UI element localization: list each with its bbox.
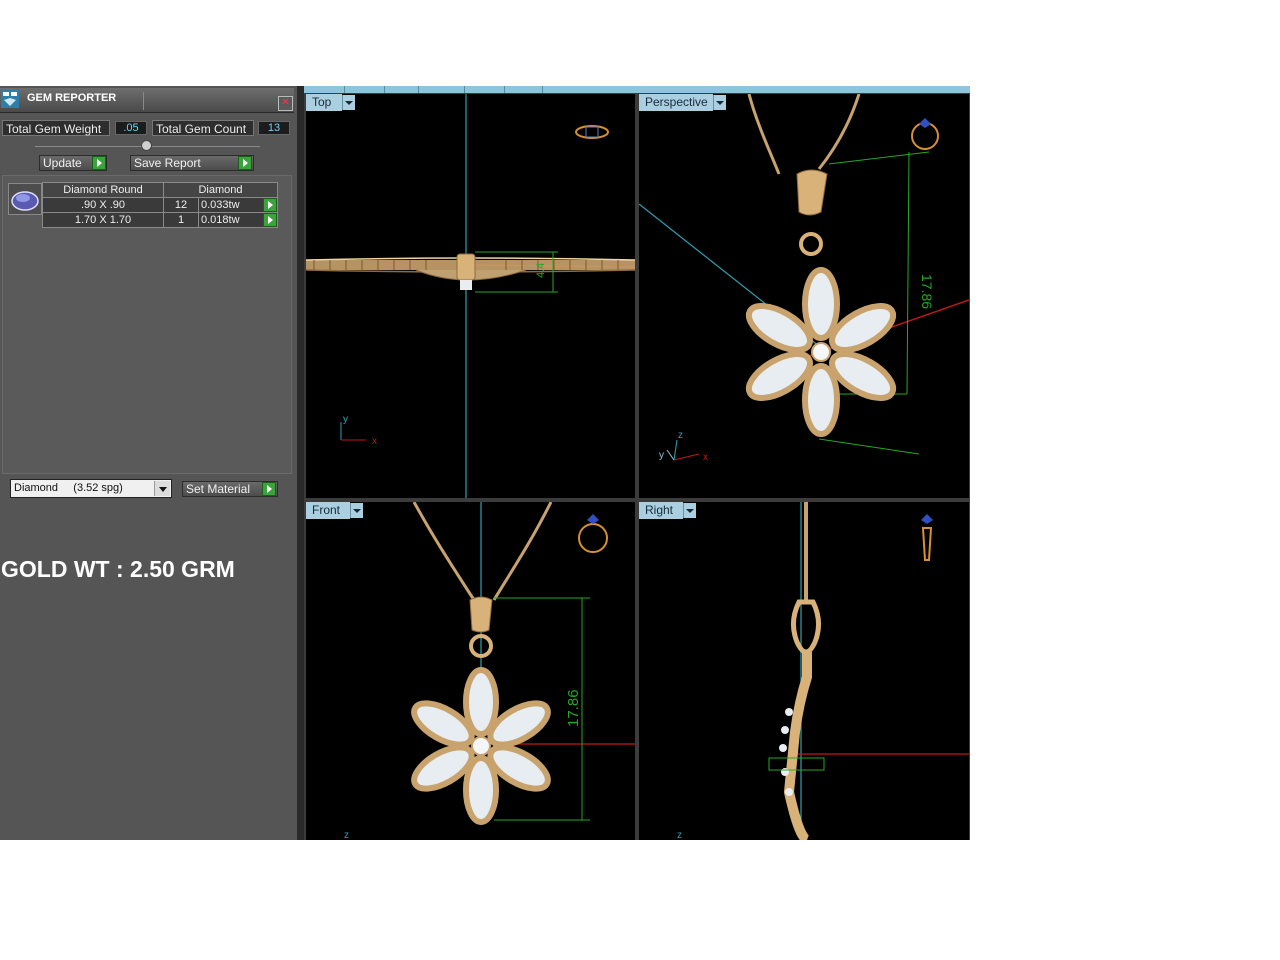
- perspective-axis-gizmo: z y x: [659, 430, 708, 463]
- viewport-label-right[interactable]: Right: [639, 502, 683, 519]
- gem-size-cell: 1.70 X 1.70: [42, 212, 164, 228]
- save-report-button-label: Save Report: [134, 156, 201, 170]
- ring-orientation-icon[interactable]: [578, 514, 608, 553]
- right-view-render: z: [677, 502, 969, 840]
- viewport-right[interactable]: z Right: [639, 502, 969, 840]
- svg-text:y: y: [343, 414, 348, 425]
- top-view-render: 4.4 y x: [306, 94, 635, 498]
- right-axis-label: z: [677, 830, 682, 840]
- chevron-down-icon[interactable]: [342, 95, 355, 110]
- row-go-icon[interactable]: [263, 213, 277, 227]
- row-go-icon[interactable]: [263, 198, 277, 212]
- total-gem-weight-label: Total Gem Weight: [2, 120, 110, 136]
- matrix-window: GEM REPORTER ✕ Total Gem Weight .05 Tota…: [0, 86, 970, 840]
- svg-text:x: x: [372, 436, 377, 447]
- viewport-label-perspective[interactable]: Perspective: [639, 94, 713, 111]
- close-icon[interactable]: ✕: [278, 96, 293, 111]
- title-separator: [143, 92, 144, 110]
- front-axis-label: z: [344, 830, 349, 840]
- top-dimension-label: 4.4: [535, 263, 547, 278]
- gem-reporter-panel: GEM REPORTER ✕ Total Gem Weight .05 Tota…: [0, 86, 297, 840]
- ring-orientation-icon[interactable]: [911, 118, 939, 150]
- chevron-down-icon[interactable]: [350, 503, 363, 518]
- panel-splitter[interactable]: [297, 86, 304, 840]
- front-view-render: 17.86 z: [344, 502, 635, 840]
- gold-weight-note: GOLD WT : 2.50 GRM: [1, 556, 235, 582]
- svg-text:y: y: [659, 450, 664, 461]
- chevron-down-icon[interactable]: [683, 503, 696, 518]
- viewport-label-front[interactable]: Front: [306, 502, 350, 519]
- flower-pendant-model: [745, 267, 897, 437]
- viewport-top[interactable]: 4.4 y x Top: [306, 94, 635, 498]
- ring-orientation-icon[interactable]: [575, 125, 609, 139]
- material-select-value: Diamond (3.52 spg): [14, 482, 123, 494]
- panel-slider-handle[interactable]: [141, 140, 152, 151]
- gem-count-cell: 12: [163, 197, 199, 213]
- total-gem-count-value: 13: [258, 121, 290, 135]
- viewport-front[interactable]: 17.86 z Front: [306, 502, 635, 840]
- total-gem-count-label: Total Gem Count: [152, 120, 254, 136]
- gem-reporter-titlebar[interactable]: GEM REPORTER ✕: [0, 88, 294, 113]
- header-shape: Diamond Round: [42, 182, 164, 198]
- gem-table-header: Diamond Round Diamond: [42, 182, 278, 198]
- update-button-label: Update: [43, 156, 82, 170]
- set-material-go-icon[interactable]: [262, 482, 276, 496]
- chevron-down-icon[interactable]: [713, 95, 726, 110]
- gem-weight-value: 0.033tw: [201, 199, 240, 211]
- top-axis-gizmo: y x: [340, 414, 377, 447]
- gem-reporter-title: GEM REPORTER: [27, 92, 117, 104]
- gem-reporter-app-icon: [1, 90, 19, 108]
- perspective-view-render: 17.86 z y x: [639, 94, 969, 463]
- perspective-dimension-label: 17.86: [919, 274, 935, 309]
- gem-count-cell: 1: [163, 212, 199, 228]
- svg-text:z: z: [678, 430, 683, 441]
- save-report-button[interactable]: Save Report: [130, 155, 254, 171]
- diamond-icon: [11, 191, 39, 211]
- viewport-perspective[interactable]: 17.86 z y x Perspective: [639, 94, 969, 498]
- material-select[interactable]: Diamond (3.52 spg): [10, 479, 172, 498]
- diamond-round-thumbnail[interactable]: [8, 183, 42, 215]
- gem-table: Diamond Round Diamond .90 X .90 12 0.033…: [42, 182, 278, 228]
- table-row[interactable]: .90 X .90 12 0.033tw: [42, 197, 278, 213]
- viewport-label-top[interactable]: Top: [306, 94, 342, 111]
- ring-orientation-icon[interactable]: [921, 514, 933, 561]
- gem-weight-value: 0.018tw: [201, 214, 240, 226]
- chevron-down-icon[interactable]: [154, 481, 170, 496]
- update-go-icon[interactable]: [92, 156, 106, 170]
- total-gem-weight-value: .05: [115, 121, 147, 135]
- header-material: Diamond: [163, 182, 278, 198]
- gem-weight-cell: 0.033tw: [198, 197, 278, 213]
- set-material-button-label: Set Material: [186, 482, 251, 496]
- gem-weight-cell: 0.018tw: [198, 212, 278, 228]
- table-row[interactable]: 1.70 X 1.70 1 0.018tw: [42, 212, 278, 228]
- gem-size-cell: .90 X .90: [42, 197, 164, 213]
- front-dimension-label: 17.86: [565, 689, 582, 727]
- flower-pendant-model: [411, 667, 551, 825]
- viewport-tab-strip: [304, 86, 970, 93]
- save-report-go-icon[interactable]: [238, 156, 252, 170]
- svg-text:x: x: [703, 452, 708, 463]
